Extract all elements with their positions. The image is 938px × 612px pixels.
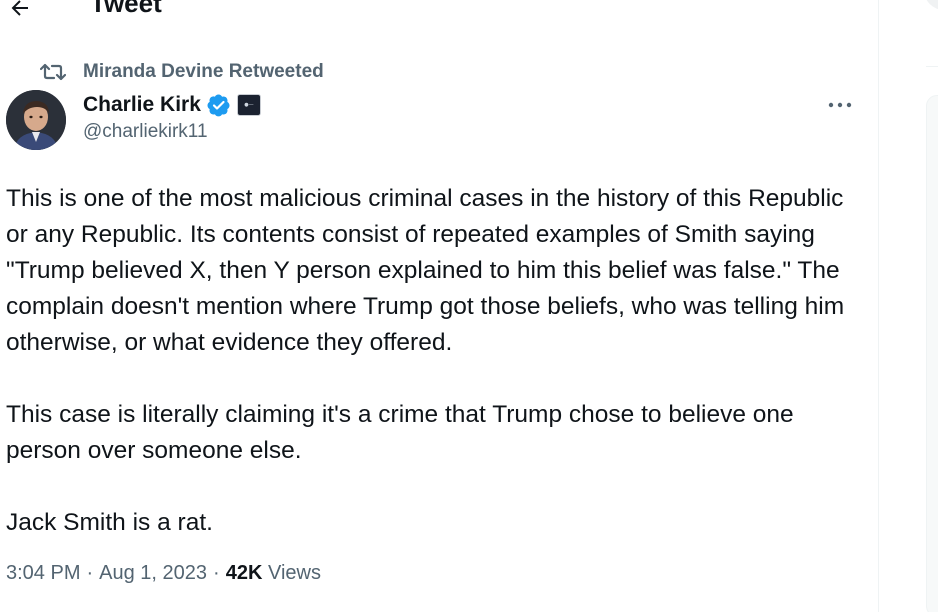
paragraph-spacer [6,361,866,397]
views-count[interactable]: 42K [226,562,263,584]
arrow-left-icon [11,0,28,16]
more-horizontal-icon [828,102,852,108]
top-header: Tweet [0,0,878,26]
tweet-paragraph: Jack Smith is a rat. [6,509,213,536]
tweet-paragraph: This case is literally claiming it's a c… [6,401,801,464]
avatar[interactable] [6,90,66,150]
tweet-text: This is one of the most malicious crimin… [6,181,866,541]
tweet-date[interactable]: Aug 1, 2023 [99,562,207,584]
page-title: Tweet [90,0,162,18]
sidebar-divider [926,66,938,67]
more-options-button[interactable] [823,94,857,116]
views-label: Views [267,562,321,584]
meta-separator: · [213,562,220,584]
retweeted-by-label[interactable]: Miranda Devine Retweeted [83,61,324,83]
verified-badge-icon[interactable] [207,93,231,117]
affiliate-badge-icon[interactable]: ●— [236,94,261,116]
tweet-page: Tweet Miranda Devine Retweeted Charlie K… [0,0,938,612]
author-handle[interactable]: @charliekirk11 [83,121,208,143]
author-name[interactable]: Charlie Kirk [83,93,201,117]
tweet-meta: 3:04 PM · Aug 1, 2023 · 42K Views [6,562,321,585]
retweet-icon [40,61,66,83]
paragraph-spacer [6,469,866,505]
retweet-context: Miranda Devine Retweeted [40,60,324,84]
sidebar-panel-edge [926,95,938,612]
column-divider [878,0,879,612]
tweet-time[interactable]: 3:04 PM [6,562,80,584]
meta-separator: · [86,562,94,584]
back-button[interactable] [4,0,36,24]
tweet-paragraph: This is one of the most malicious crimin… [6,185,851,356]
author-name-row: Charlie Kirk ●— [83,90,261,120]
sidebar-search-edge [924,0,938,10]
